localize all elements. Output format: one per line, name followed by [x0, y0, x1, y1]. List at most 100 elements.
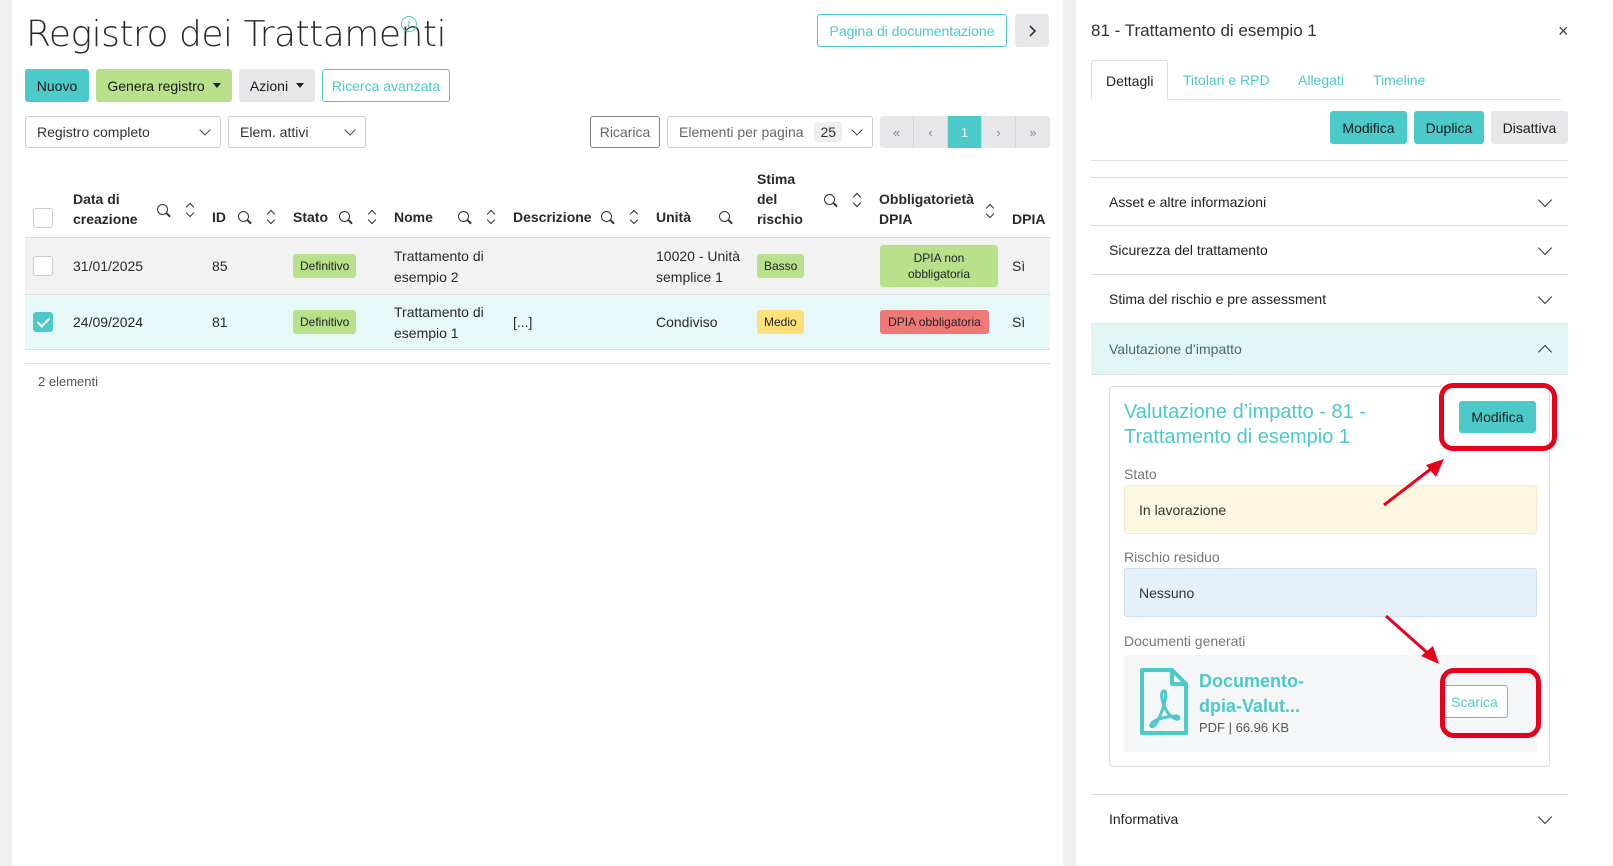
col-dpia-required[interactable]: Obbligatorietà DPIA: [879, 189, 979, 229]
risk-badge: Medio: [757, 310, 804, 334]
col-created[interactable]: Data di creazione: [73, 189, 148, 229]
actions-button[interactable]: Azioni: [239, 69, 315, 102]
register-select[interactable]: Registro completo: [25, 116, 221, 148]
section-security[interactable]: Sicurezza del trattamento: [1091, 226, 1568, 275]
cell-id: 81: [212, 314, 228, 330]
col-risk[interactable]: Stima del rischio: [757, 169, 807, 229]
advanced-search-button[interactable]: Ricerca avanzata: [322, 69, 450, 102]
next-page-icon[interactable]: ›: [982, 116, 1016, 148]
cell-created: 31/01/2025: [73, 258, 144, 274]
detail-panel: 81 - Trattamento di esempio 1 × Dettagli…: [1076, 0, 1613, 866]
cell-name: Trattamento di esempio 2: [394, 248, 484, 285]
close-icon[interactable]: ×: [1558, 21, 1569, 42]
impact-card-title: Valutazione d’impatto - 81 - Trattamento…: [1124, 401, 1366, 448]
page-title: Registro dei Trattamenti: [26, 14, 446, 55]
cell-description: [...]: [513, 314, 533, 330]
col-unit[interactable]: Unità: [656, 207, 691, 227]
reload-button[interactable]: Ricarica: [590, 116, 660, 148]
annotation-arrow-icon: [1385, 614, 1439, 664]
pdf-file-icon: [1140, 668, 1188, 735]
section-risk[interactable]: Stima del rischio e pre assessment: [1091, 275, 1568, 324]
chevron-right-icon[interactable]: [1015, 14, 1049, 47]
section-asset-label: Asset e altre informazioni: [1109, 193, 1267, 210]
status-badge: Definitivo: [293, 310, 357, 334]
chevron-down-icon: [1537, 289, 1553, 305]
prev-page-icon[interactable]: ‹: [914, 116, 948, 148]
document-meta: PDF | 66.96 KB: [1199, 720, 1290, 735]
document-name[interactable]: Documento-dpia-Valut...: [1199, 669, 1339, 719]
divider: [25, 363, 1050, 364]
documentation-button[interactable]: Pagina di documentazione: [817, 14, 1007, 47]
highlight-box: [1439, 383, 1557, 451]
tab-attachments[interactable]: Allegati: [1284, 60, 1358, 100]
edit-button[interactable]: Modifica: [1330, 111, 1407, 144]
cell-dpia: Sì: [1012, 258, 1026, 274]
row-checkbox[interactable]: [33, 312, 53, 332]
search-icon[interactable]: [238, 211, 249, 222]
last-page-icon[interactable]: »: [1016, 116, 1050, 148]
cell-created: 24/09/2024: [73, 314, 144, 330]
search-icon[interactable]: [824, 194, 835, 205]
section-asset[interactable]: Asset e altre informazioni: [1091, 177, 1568, 226]
panel-title: 81 - Trattamento di esempio 1: [1091, 21, 1317, 40]
caret-down-icon: [296, 83, 305, 88]
generate-label: Genera registro: [107, 77, 205, 94]
table-row[interactable]: 31/01/2025 85 Definitivo Trattamento di …: [25, 237, 1050, 294]
dpia-badge: DPIA non obbligatoria: [880, 245, 998, 287]
caret-down-icon: [212, 83, 221, 88]
tab-details[interactable]: Dettagli: [1091, 60, 1169, 100]
duplicate-button[interactable]: Duplica: [1414, 111, 1484, 144]
disable-button[interactable]: Disattiva: [1491, 111, 1568, 144]
residual-risk-label: Rischio residuo: [1124, 549, 1220, 565]
sort-icon[interactable]: [852, 193, 862, 207]
sort-icon[interactable]: [629, 210, 639, 224]
sort-icon[interactable]: [185, 203, 195, 217]
section-info[interactable]: Informativa: [1091, 795, 1568, 843]
sort-icon[interactable]: [266, 210, 276, 224]
register-select-value: Registro completo: [37, 124, 150, 140]
status-badge: Definitivo: [293, 254, 357, 278]
search-icon[interactable]: [458, 211, 469, 222]
search-icon[interactable]: [601, 211, 612, 222]
first-page-icon[interactable]: «: [880, 116, 914, 148]
dpia-badge: DPIA obbligatoria: [880, 310, 989, 334]
residual-risk-field: Nessuno: [1124, 568, 1537, 617]
panel-tabs: Dettagli Titolari e RPD Allegati Timelin…: [1091, 60, 1561, 100]
cell-name: Trattamento di esempio 1: [394, 304, 484, 341]
section-impact-label: Valutazione d’impatto: [1109, 341, 1242, 357]
per-page-select[interactable]: Elementi per pagina 25: [667, 116, 873, 148]
sort-icon[interactable]: [486, 210, 496, 224]
elements-select[interactable]: Elem. attivi: [228, 116, 366, 148]
row-checkbox[interactable]: [33, 256, 53, 276]
tab-timeline[interactable]: Timeline: [1359, 60, 1439, 100]
tab-owners[interactable]: Titolari e RPD: [1169, 60, 1284, 100]
cell-id: 85: [212, 258, 228, 274]
new-button[interactable]: Nuovo: [25, 69, 89, 102]
col-id[interactable]: ID: [212, 207, 226, 227]
main-area: Registro dei Trattamenti i Pagina di doc…: [12, 0, 1063, 866]
chevron-down-icon: [1537, 240, 1553, 256]
section-impact[interactable]: Valutazione d’impatto: [1091, 323, 1568, 375]
generate-register-button[interactable]: Genera registro: [96, 69, 232, 102]
table-row[interactable]: 24/09/2024 81 Definitivo Trattamento di …: [25, 294, 1050, 350]
state-field: In lavorazione: [1124, 485, 1537, 534]
col-name[interactable]: Nome: [394, 207, 433, 227]
search-icon[interactable]: [157, 204, 168, 215]
info-icon[interactable]: i: [401, 16, 417, 32]
section-risk-label: Stima del rischio e pre assessment: [1109, 291, 1327, 307]
sort-icon[interactable]: [985, 204, 995, 218]
chevron-down-icon: [344, 124, 356, 136]
col-description[interactable]: Descrizione: [513, 207, 592, 227]
row-count: 2 elementi: [38, 374, 98, 389]
page-button[interactable]: 1: [948, 116, 982, 148]
chevron-down-icon: [851, 124, 863, 136]
col-dpia[interactable]: DPIA: [1012, 209, 1045, 229]
search-icon[interactable]: [339, 211, 350, 222]
search-icon[interactable]: [719, 211, 730, 222]
select-all-checkbox[interactable]: [33, 208, 53, 228]
section-security-label: Sicurezza del trattamento: [1109, 242, 1268, 258]
state-label: Stato: [1124, 466, 1157, 482]
per-page-value: 25: [814, 122, 843, 142]
col-state[interactable]: Stato: [293, 207, 328, 227]
sort-icon[interactable]: [367, 210, 377, 224]
